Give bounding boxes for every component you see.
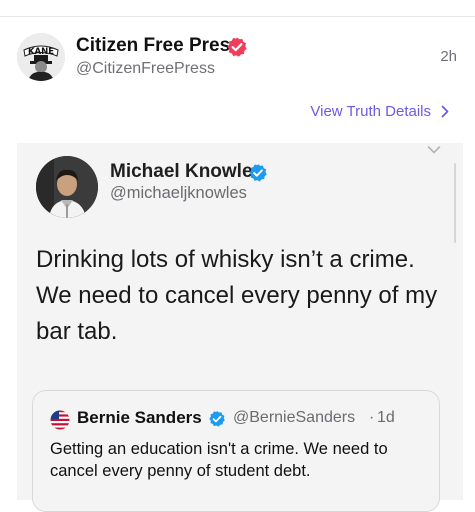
chevron-right-icon	[441, 105, 449, 118]
verified-check-icon	[209, 410, 225, 427]
quoted-timestamp: 1d	[377, 409, 395, 426]
embed-scrollbar	[454, 163, 456, 243]
kane-logo: KANE	[17, 33, 65, 81]
quoted-tweet-text: Getting an education isn't a crime. We n…	[50, 440, 388, 480]
tweet-author-name: Michael Knowles	[110, 161, 264, 182]
us-flag-icon	[50, 410, 70, 430]
tweet-author-handle: @michaeljknowles	[110, 184, 247, 202]
tweet-author-avatar	[36, 156, 98, 218]
quoted-author-name: Bernie Sanders	[77, 408, 202, 427]
author-handle[interactable]: @CitizenFreePress	[76, 60, 215, 78]
view-truth-details-link[interactable]: View Truth Details	[310, 103, 449, 120]
verified-check-icon	[249, 164, 267, 182]
chevron-down-icon	[427, 146, 441, 154]
quoted-author-handle: @BernieSanders	[233, 409, 356, 426]
verified-badge-icon	[227, 37, 247, 57]
embedded-tweet-image[interactable]: Michael Knowles @michaeljknowles Drinkin…	[17, 143, 463, 512]
view-truth-details-label: View Truth Details	[310, 103, 431, 120]
person-photo	[36, 156, 98, 218]
tweet-text: Drinking lots of whisky isn’t a crime. W…	[36, 246, 438, 345]
top-divider	[0, 16, 475, 17]
quoted-tweet-card: Bernie Sanders @BernieSanders · 1d Getti…	[32, 390, 440, 512]
quoted-separator: ·	[369, 409, 375, 426]
author-avatar[interactable]: KANE	[17, 33, 65, 81]
author-name[interactable]: Citizen Free Press	[76, 35, 241, 57]
post-timestamp: 2h	[440, 48, 457, 65]
